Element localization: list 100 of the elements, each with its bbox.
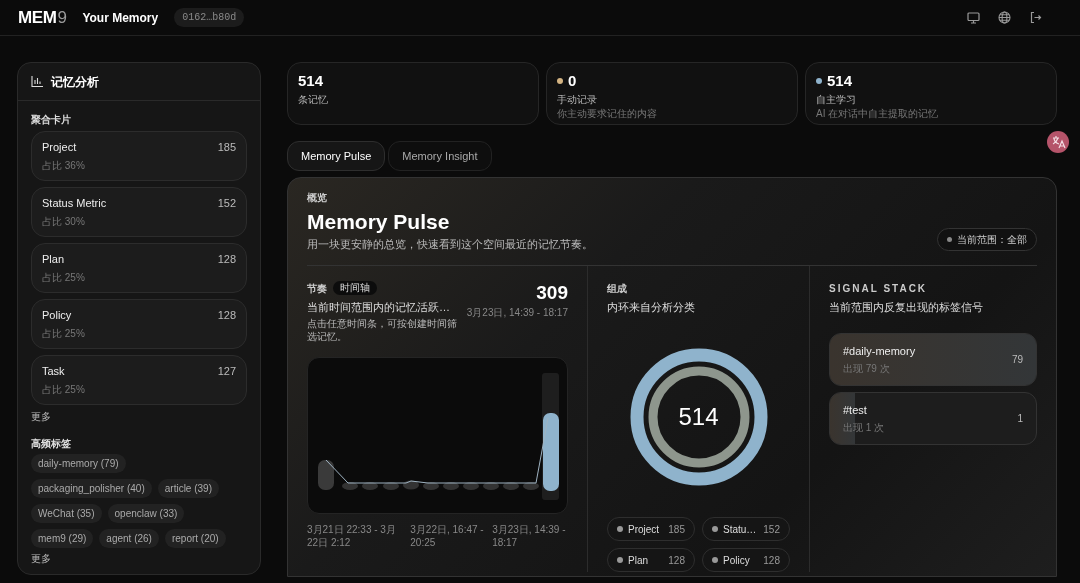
category-card[interactable]: Project 185 占比 36% [31, 131, 247, 181]
stat-note: AI 在对话中自主提取的记忆 [816, 107, 939, 120]
card-count: 128 [217, 252, 236, 267]
tab[interactable]: Memory Pulse [287, 141, 386, 171]
signal-tag: #daily-memory [843, 344, 916, 359]
legend-item[interactable]: Project 185 [607, 517, 695, 541]
logo: MEM9 [18, 6, 67, 29]
timeline-bar[interactable] [383, 482, 399, 490]
timeline-bar[interactable] [503, 482, 519, 490]
tag-chip[interactable]: report (20) [164, 529, 226, 548]
legend-count: 128 [668, 553, 685, 568]
section-label: 节奏 [307, 281, 327, 296]
stat-value: 514 [298, 71, 324, 91]
more-link[interactable]: 更多 [31, 410, 51, 423]
axis-label: 3月22日, 16:47 - 20:25 [410, 523, 485, 549]
category-card[interactable]: Task 127 占比 25% [31, 355, 247, 405]
panel-subtitle: 用一块更安静的总览，快速看到这个空间最近的记忆节奏。 [307, 237, 593, 252]
tag-chip[interactable]: openclaw (33) [107, 504, 185, 523]
timeline-bar[interactable] [403, 480, 419, 490]
section-headline: 当前时间范围内的记忆活跃… [307, 299, 450, 315]
legend-count: 128 [763, 553, 780, 568]
timeline-bar[interactable] [483, 482, 499, 490]
signal-count: 1 [1017, 412, 1023, 426]
card-share: 占比 25% [42, 327, 85, 340]
category-card[interactable]: Plan 128 占比 25% [31, 243, 247, 293]
panel-eyebrow: 概览 [307, 191, 327, 204]
card-title: Project [42, 140, 77, 155]
stat-label: 手动记录 [557, 93, 597, 106]
tab[interactable]: Memory Insight [388, 141, 492, 171]
tag-chip[interactable]: article (39) [157, 479, 219, 498]
card-share: 占比 25% [42, 271, 85, 284]
card-share: 占比 30% [42, 215, 85, 228]
card-title: Policy [42, 308, 72, 323]
sidebar-title: 记忆分析 [51, 73, 99, 91]
card-title: Status Metric [42, 196, 107, 211]
donut-center-value: 514 [678, 402, 719, 432]
range-text: 3月23日, 14:39 - 18:17 [466, 305, 568, 320]
tag-chip[interactable]: packaging_polisher (40) [31, 479, 152, 498]
legend-count: 185 [668, 522, 685, 537]
category-card[interactable]: Status Metric 152 占比 30% [31, 187, 247, 237]
section-headline: 内环来自分析分类 [607, 299, 695, 315]
signal-note: 出现 79 次 [843, 362, 890, 375]
card-count: 185 [217, 140, 236, 155]
translate-icon[interactable] [1046, 130, 1070, 154]
logout-icon[interactable] [1029, 11, 1042, 24]
legend-count: 152 [763, 522, 780, 537]
card-count: 127 [217, 364, 236, 379]
stat-note: 你主动要求记住的内容 [557, 107, 657, 120]
app-title: Your Memory [82, 9, 159, 27]
timeline-bar[interactable] [423, 482, 439, 490]
timeline-bar[interactable] [542, 373, 559, 500]
monitor-icon[interactable] [967, 11, 980, 24]
legend-name: Project [628, 522, 661, 537]
stat-label: 条记忆 [298, 93, 328, 106]
legend-name: Statu… [723, 522, 758, 537]
section-heading: 高频标签 [31, 437, 71, 450]
axis-label: 3月23日, 14:39 - 18:17 [492, 523, 567, 549]
timeline-bar[interactable] [463, 482, 479, 490]
globe-icon[interactable] [998, 11, 1011, 24]
stat-value: 0 [568, 71, 577, 91]
section-hint: 点击任意时间条，可按创建时间筛选记忆。 [307, 317, 457, 343]
card-share: 占比 36% [42, 159, 85, 172]
space-id-badge: 0162…b80d [174, 8, 245, 27]
tag-chip[interactable]: daily-memory (79) [31, 454, 126, 473]
legend-item[interactable]: Statu… 152 [702, 517, 790, 541]
card-title: Task [42, 364, 65, 379]
signal-tag: #test [843, 403, 885, 418]
card-title: Plan [42, 252, 65, 267]
timeline-bar[interactable] [523, 482, 539, 490]
more-link[interactable]: 更多 [31, 552, 51, 565]
bar-chart-icon [31, 76, 43, 87]
signal-count: 79 [1011, 353, 1023, 367]
axis-label: 3月21日 22:33 - 3月22日 2:12 [307, 523, 397, 549]
card-share: 占比 25% [42, 383, 85, 396]
legend-item[interactable]: Plan 128 [607, 548, 695, 572]
section-label: SIGNAL STACK [829, 281, 928, 296]
section-label: 组成 [607, 281, 627, 296]
stat-label: 自主学习 [816, 93, 856, 106]
total-count: 309 [536, 280, 568, 305]
category-card[interactable]: Policy 128 占比 25% [31, 299, 247, 349]
signal-card[interactable]: #test 出现 1 次 1 [829, 392, 1037, 445]
card-count: 152 [217, 196, 236, 211]
stat-value: 514 [827, 71, 853, 91]
card-count: 128 [217, 308, 236, 323]
timeline-bar[interactable] [342, 482, 358, 490]
signal-card[interactable]: #daily-memory 出现 79 次 79 [829, 333, 1037, 386]
section-heading: 聚合卡片 [31, 113, 71, 126]
legend-name: Plan [628, 553, 649, 568]
timeline-bar[interactable] [443, 482, 459, 490]
legend-item[interactable]: Policy 128 [702, 548, 790, 572]
section-headline: 当前范围内反复出现的标签信号 [829, 299, 983, 315]
legend-name: Policy [723, 553, 751, 568]
tag-chip[interactable]: mem9 (29) [31, 529, 94, 548]
timeline-bar[interactable] [362, 482, 378, 490]
signal-note: 出现 1 次 [843, 421, 885, 434]
scope-pill[interactable]: 当前范围：全部 [937, 227, 1037, 251]
tag-chip[interactable]: WeChat (35) [31, 504, 102, 523]
panel-title: Memory Pulse [307, 209, 451, 235]
timeline-badge: 时间轴 [333, 281, 377, 295]
tag-chip[interactable]: agent (26) [99, 529, 159, 548]
